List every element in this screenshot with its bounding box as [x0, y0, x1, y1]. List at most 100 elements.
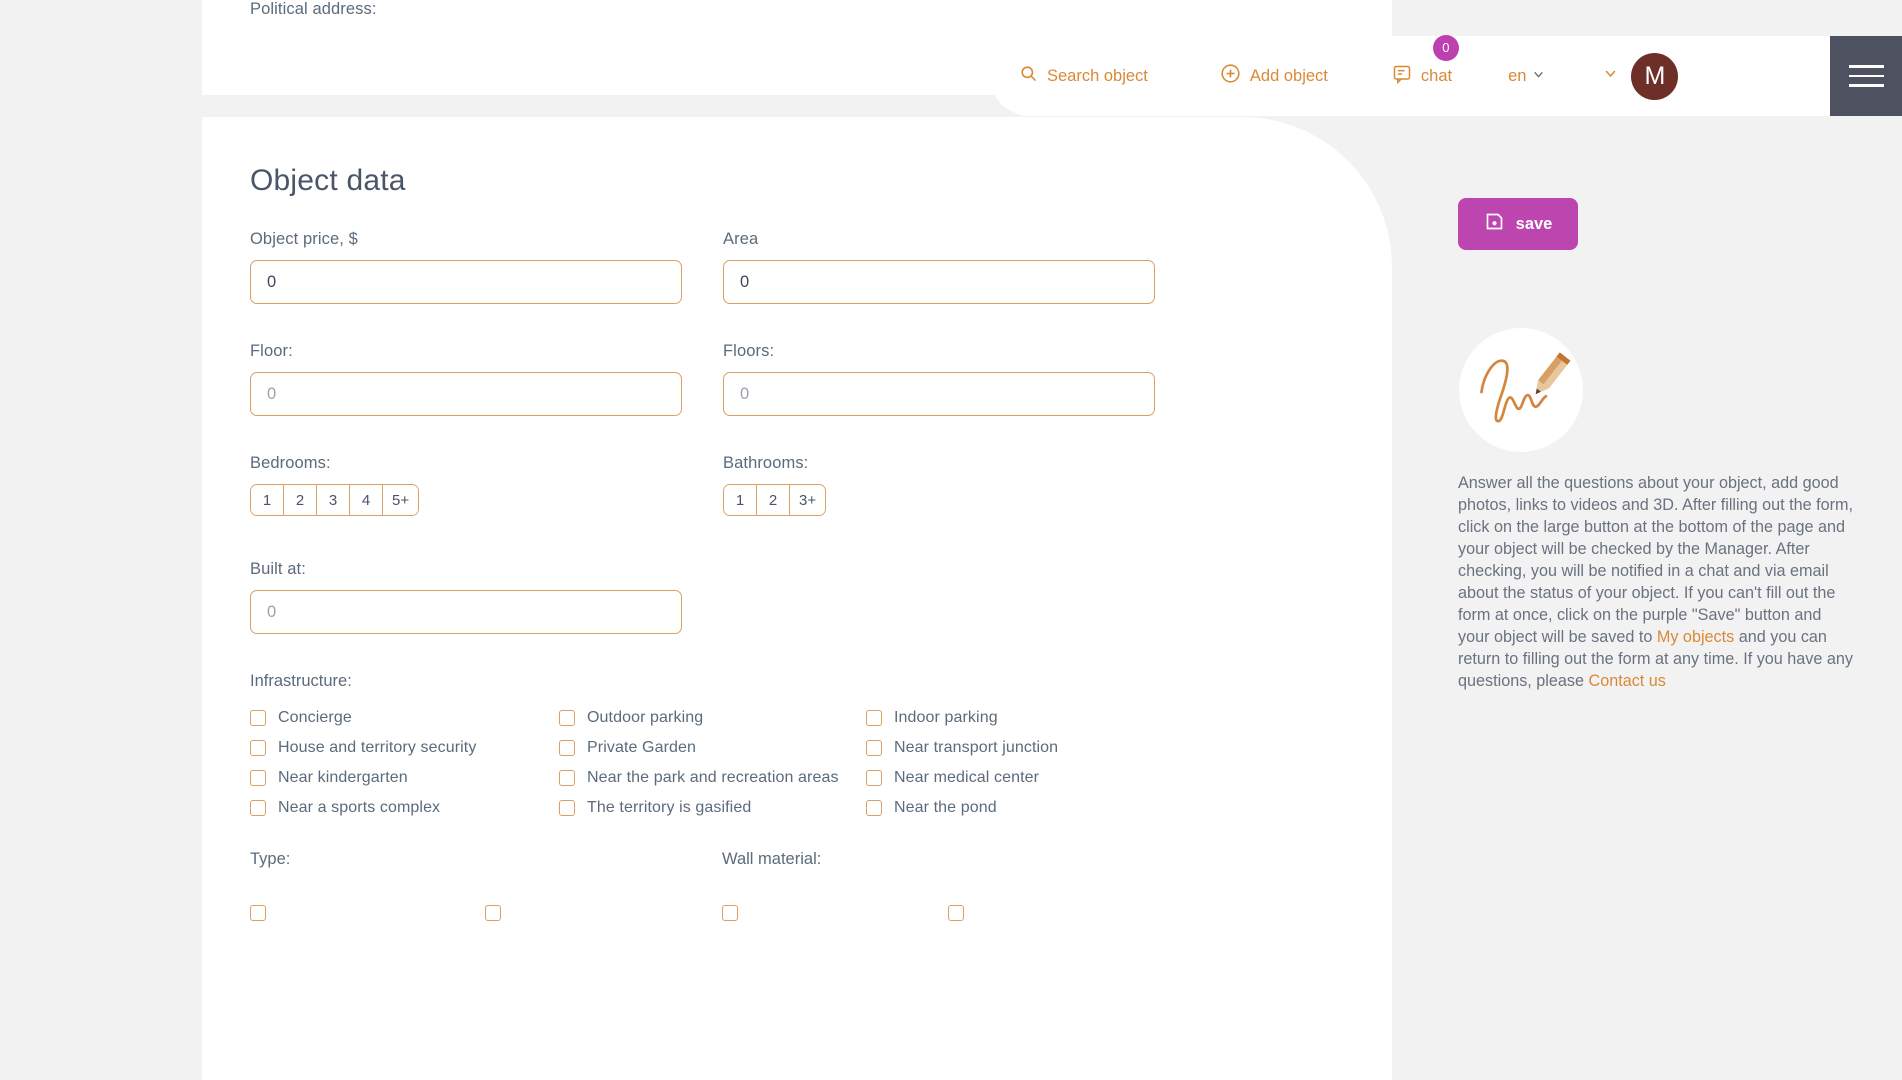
field-area: Area — [723, 230, 1155, 304]
object-data-card: Object data Object price, $ Area Floor: … — [202, 117, 1392, 1080]
list-item-label: House and territory security — [278, 739, 476, 757]
area-input[interactable] — [723, 260, 1155, 304]
seg-option-4[interactable]: 4 — [350, 485, 383, 515]
field-bedrooms: Bedrooms: 12345+ — [250, 454, 682, 516]
chat-button[interactable]: chat 0 — [1392, 64, 1452, 89]
list-item-label: The territory is gasified — [587, 799, 751, 817]
chat-unread-badge: 0 — [1433, 35, 1459, 61]
avatar[interactable]: M — [1631, 53, 1678, 100]
list-item-label: Outdoor parking — [587, 709, 703, 727]
field-bathrooms: Bathrooms: 123+ — [723, 454, 1155, 516]
checkbox-icon[interactable] — [866, 740, 882, 756]
add-object-label: Add object — [1250, 67, 1328, 86]
user-menu-caret[interactable] — [1603, 66, 1618, 86]
checkbox-icon[interactable] — [559, 710, 575, 726]
chevron-down-icon — [1532, 67, 1545, 86]
seg-option-2[interactable]: 2 — [284, 485, 317, 515]
checkbox-icon[interactable] — [559, 770, 575, 786]
list-item[interactable] — [722, 902, 948, 924]
bottom-group-headings: Type: Wall material: — [250, 850, 1320, 885]
seg-option-2[interactable]: 2 — [757, 485, 790, 515]
save-button-label: save — [1516, 215, 1553, 234]
field-label: Area — [723, 230, 1155, 249]
list-item-label: Near medical center — [894, 769, 1039, 787]
row-price-area: Object price, $ Area — [250, 230, 1155, 304]
list-item[interactable]: Concierge — [250, 707, 559, 729]
checkbox-icon[interactable] — [250, 770, 266, 786]
list-item-label: Near the pond — [894, 799, 997, 817]
bottom-groups: Type: Wall material: — [250, 850, 1320, 928]
list-item-label: Near kindergarten — [278, 769, 408, 787]
checkbox-icon[interactable] — [866, 710, 882, 726]
row-bedrooms-bathrooms: Bedrooms: 12345+ Bathrooms: 123+ — [250, 454, 1155, 516]
checkbox-icon[interactable] — [250, 905, 266, 921]
infrastructure-checkbox-grid: Concierge Outdoor parking Indoor parking Ho… — [250, 707, 1310, 823]
list-item[interactable]: Near a sports complex — [250, 797, 559, 819]
infrastructure-label: Infrastructure: — [250, 672, 1310, 691]
field-label: Floor: — [250, 342, 682, 361]
floor-input[interactable] — [250, 372, 682, 416]
save-button[interactable]: save — [1458, 198, 1578, 250]
built-at-input[interactable] — [250, 590, 682, 634]
checkbox-icon[interactable] — [250, 800, 266, 816]
checkbox-icon[interactable] — [948, 905, 964, 921]
list-item[interactable]: Near medical center — [866, 767, 1310, 789]
bedrooms-segmented-control[interactable]: 12345+ — [250, 484, 419, 516]
seg-option-3[interactable]: 3 — [317, 485, 350, 515]
list-item[interactable] — [250, 902, 485, 924]
list-item[interactable] — [948, 902, 1320, 924]
search-object-button[interactable]: Search object — [1019, 64, 1148, 88]
list-item[interactable]: Near the park and recreation areas — [559, 767, 866, 789]
floors-input[interactable] — [723, 372, 1155, 416]
checkbox-icon[interactable] — [866, 770, 882, 786]
language-selector[interactable]: en — [1508, 67, 1545, 86]
my-objects-link[interactable]: My objects — [1657, 628, 1734, 646]
page-title: Object data — [250, 164, 406, 198]
checkbox-icon[interactable] — [559, 800, 575, 816]
help-text: Answer all the questions about your obje… — [1458, 472, 1856, 692]
row-built-at: Built at: — [250, 560, 682, 634]
field-label: Object price, $ — [250, 230, 682, 249]
bathrooms-segmented-control[interactable]: 123+ — [723, 484, 826, 516]
search-icon — [1019, 64, 1038, 88]
list-item[interactable]: Outdoor parking — [559, 707, 866, 729]
field-object-price: Object price, $ — [250, 230, 682, 304]
checkbox-icon[interactable] — [559, 740, 575, 756]
list-item[interactable]: Near transport junction — [866, 737, 1310, 759]
seg-option-1[interactable]: 1 — [724, 485, 757, 515]
type-label: Type: — [250, 850, 722, 869]
list-item[interactable]: Private Garden — [559, 737, 866, 759]
row-floor-floors: Floor: Floors: — [250, 342, 1155, 416]
infrastructure-section: Infrastructure: Concierge Outdoor parking… — [250, 672, 1310, 823]
field-built-at: Built at: — [250, 560, 682, 634]
list-item[interactable]: Near kindergarten — [250, 767, 559, 789]
chevron-down-icon — [1603, 66, 1618, 86]
seg-option-3plus[interactable]: 3+ — [790, 485, 825, 515]
list-item-label: Near a sports complex — [278, 799, 440, 817]
object-price-input[interactable] — [250, 260, 682, 304]
hamburger-icon[interactable] — [1830, 36, 1902, 116]
checkbox-icon[interactable] — [250, 740, 266, 756]
list-item[interactable]: House and territory security — [250, 737, 559, 759]
seg-option-5plus[interactable]: 5+ — [383, 485, 418, 515]
checkbox-icon[interactable] — [485, 905, 501, 921]
add-object-button[interactable]: Add object — [1220, 63, 1328, 89]
field-floors: Floors: — [723, 342, 1155, 416]
field-label: Bedrooms: — [250, 454, 682, 473]
bottom-checkbox-row — [250, 902, 1320, 928]
checkbox-icon[interactable] — [250, 710, 266, 726]
search-object-label: Search object — [1047, 67, 1148, 86]
field-label: Bathrooms: — [723, 454, 1155, 473]
list-item[interactable]: Indoor parking — [866, 707, 1310, 729]
list-item[interactable] — [485, 902, 722, 924]
chat-label: chat — [1421, 67, 1452, 86]
list-item[interactable]: Near the pond — [866, 797, 1310, 819]
field-label: Built at: — [250, 560, 682, 579]
seg-option-1[interactable]: 1 — [251, 485, 284, 515]
top-header: Search object Add object — [990, 36, 1902, 116]
list-item[interactable]: The territory is gasified — [559, 797, 866, 819]
checkbox-icon[interactable] — [722, 905, 738, 921]
contact-us-link[interactable]: Contact us — [1589, 672, 1666, 690]
checkbox-icon[interactable] — [866, 800, 882, 816]
list-item-label: Near transport junction — [894, 739, 1058, 757]
